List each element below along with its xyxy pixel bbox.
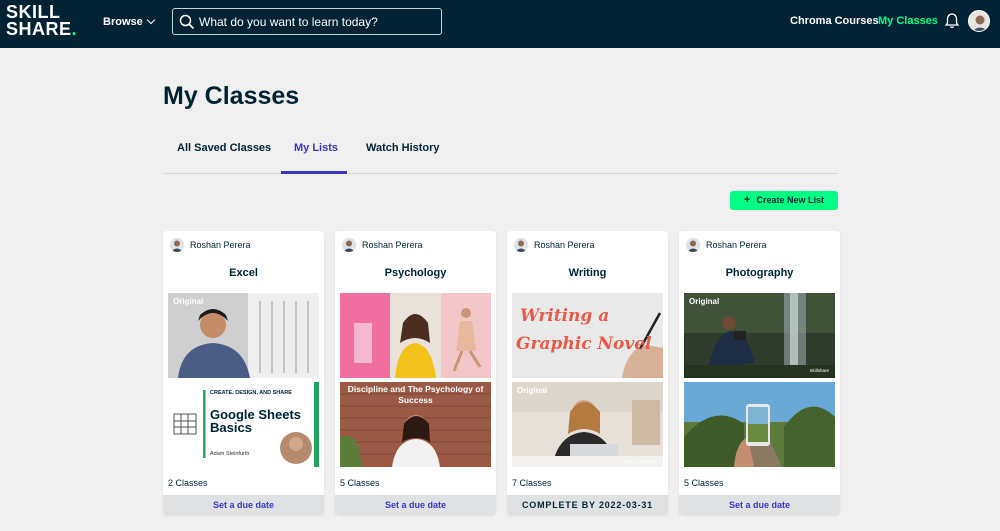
thumbnail-watermark: Skillshare bbox=[809, 368, 829, 373]
list-owner: Roshan Perera bbox=[342, 237, 423, 253]
search-input[interactable] bbox=[199, 13, 435, 31]
list-owner: Roshan Perera bbox=[170, 237, 251, 253]
list-title: Photography bbox=[725, 267, 794, 279]
owner-name: Roshan Perera bbox=[706, 240, 767, 250]
bell-icon[interactable] bbox=[944, 12, 960, 30]
plus-icon: + bbox=[744, 194, 751, 206]
browse-menu-button[interactable]: Browse bbox=[103, 14, 155, 30]
set-due-date-button[interactable]: Set a due date bbox=[679, 495, 840, 515]
owner-name: Roshan Perera bbox=[362, 240, 423, 250]
class-count: 2 Classes bbox=[168, 478, 208, 488]
thumbnail-title: Discipline and The Psychology of Success bbox=[347, 384, 484, 405]
owner-name: Roshan Perera bbox=[190, 240, 251, 250]
list-owner: Roshan Perera bbox=[686, 237, 767, 253]
thumbnail-author: Adam Steinfurth bbox=[210, 451, 250, 457]
class-thumbnail[interactable] bbox=[340, 293, 491, 378]
top-navigation-bar: SKILL SHARE. Browse Chroma Courses My Cl… bbox=[0, 0, 1000, 48]
list-title: Psychology bbox=[384, 267, 447, 279]
skillshare-logo[interactable]: SKILL SHARE. bbox=[6, 3, 78, 42]
list-card-photography[interactable]: Roshan Perera Photography Original Skill… bbox=[679, 231, 840, 515]
thumbnail-title-line2: Basics bbox=[210, 420, 252, 435]
active-tab-indicator bbox=[281, 171, 347, 174]
page-title: My Classes bbox=[163, 82, 300, 110]
original-badge: Original bbox=[689, 297, 720, 306]
user-avatar[interactable] bbox=[968, 10, 990, 32]
create-new-list-label: Create New List bbox=[756, 195, 824, 205]
class-count: 5 Classes bbox=[684, 478, 724, 488]
class-count: 7 Classes bbox=[512, 478, 552, 488]
thumbnail-title-line1: Writing a bbox=[520, 306, 610, 326]
list-title: Excel bbox=[229, 267, 258, 279]
tab-all-saved-classes[interactable]: All Saved Classes bbox=[177, 142, 271, 154]
my-classes-link[interactable]: My Classes bbox=[878, 15, 938, 27]
set-due-date-button[interactable]: Set a due date bbox=[335, 495, 496, 515]
create-new-list-button[interactable]: + Create New List bbox=[730, 191, 838, 210]
class-count: 5 Classes bbox=[340, 478, 380, 488]
user-avatar-image bbox=[969, 11, 989, 31]
owner-avatar bbox=[686, 238, 700, 252]
tab-my-lists[interactable]: My Lists bbox=[294, 142, 338, 154]
class-thumbnail[interactable]: Original bbox=[168, 293, 319, 378]
owner-name: Roshan Perera bbox=[534, 240, 595, 250]
tab-bar: All Saved Classes My Lists Watch History bbox=[163, 130, 838, 174]
original-badge: Original bbox=[517, 386, 548, 395]
thumbnail-watermark: SKILLSHARE bbox=[624, 459, 657, 464]
chevron-down-icon bbox=[146, 15, 155, 25]
class-thumbnail[interactable]: CREATE, DESIGN, AND SHARE Google Sheets … bbox=[168, 382, 319, 467]
class-thumbnail[interactable]: Discipline and The Psychology of Success bbox=[340, 382, 491, 467]
thumbnail-title-line2: Graphic Novel bbox=[516, 334, 652, 354]
complete-by-date[interactable]: COMPLETE BY 2022-03-31 bbox=[507, 495, 668, 515]
thumbnail-kicker: CREATE, DESIGN, AND SHARE bbox=[210, 390, 292, 396]
list-title: Writing bbox=[568, 267, 607, 279]
class-thumbnail[interactable]: Writing a Graphic Novel bbox=[512, 293, 663, 378]
class-thumbnail[interactable]: Original SKILLSHARE bbox=[512, 382, 663, 467]
list-owner: Roshan Perera bbox=[514, 237, 595, 253]
list-card-psychology[interactable]: Roshan Perera Psychology Discipline and … bbox=[335, 231, 496, 515]
set-due-date-button[interactable]: Set a due date bbox=[163, 495, 324, 515]
list-card-excel[interactable]: Roshan Perera Excel Original CREATE, DES… bbox=[163, 231, 324, 515]
search-bar[interactable] bbox=[172, 8, 442, 35]
owner-avatar bbox=[342, 238, 356, 252]
owner-avatar bbox=[170, 238, 184, 252]
owner-avatar bbox=[514, 238, 528, 252]
list-card-writing[interactable]: Roshan Perera Writing Writing a Graphic … bbox=[507, 231, 668, 515]
browse-label: Browse bbox=[103, 16, 143, 28]
search-icon bbox=[179, 14, 195, 30]
class-thumbnail[interactable]: Original Skillshare bbox=[684, 293, 835, 378]
class-thumbnail[interactable] bbox=[684, 382, 835, 467]
chroma-courses-link[interactable]: Chroma Courses bbox=[790, 15, 879, 27]
original-badge: Original bbox=[173, 297, 204, 306]
tab-watch-history[interactable]: Watch History bbox=[366, 142, 440, 154]
